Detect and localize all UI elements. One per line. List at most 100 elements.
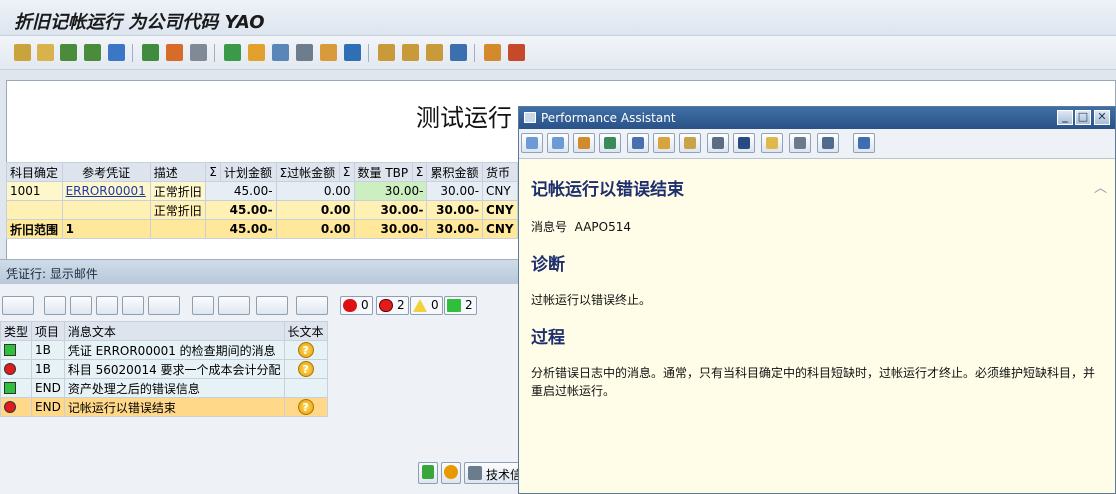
col-planned[interactable]: 计划金额 (220, 162, 277, 182)
close-button[interactable]: ✕ (1094, 110, 1110, 125)
col-text[interactable]: 消息文本 (63, 321, 285, 341)
glasses-icon[interactable] (2, 296, 34, 315)
question-icon (444, 465, 458, 479)
col-type[interactable]: 类型 (0, 321, 33, 341)
page-heading: 测试运行 (416, 104, 512, 132)
edit-icon[interactable] (484, 44, 501, 61)
cell-ref: 1 (61, 219, 151, 239)
table-row[interactable]: 1B 凭证 ERROR00001 的检查期间的消息 ? (0, 340, 328, 360)
subtotal-icon[interactable] (166, 44, 183, 61)
sort-asc-icon[interactable] (60, 44, 77, 61)
nav-button[interactable] (599, 133, 621, 153)
table-row[interactable]: END 资产处理之后的错误信息 (0, 378, 328, 398)
export-icon[interactable] (224, 44, 241, 61)
pa-diag-title: 诊断 (531, 255, 565, 275)
mail-icon[interactable] (248, 44, 265, 61)
col-qty[interactable]: 数量 TBP (353, 162, 413, 182)
home-button[interactable] (573, 133, 595, 153)
col-sum2: Σ (338, 162, 355, 182)
cell-qty: 30.00- (353, 219, 428, 239)
find-button[interactable] (817, 133, 839, 153)
help-icon[interactable]: ? (297, 399, 314, 415)
message-panel-title: 凭证行: 显示邮件 (0, 260, 520, 284)
col-longtext[interactable]: 长文本 (283, 321, 328, 341)
search-button[interactable] (679, 133, 701, 153)
cell-posted: 0.00 (275, 181, 355, 201)
col-ref[interactable]: 参考凭证 (61, 162, 151, 182)
help-button[interactable] (441, 462, 461, 484)
settings-icon[interactable] (508, 44, 525, 61)
save-layout-icon[interactable] (426, 44, 443, 61)
error-count[interactable]: 2 (376, 296, 409, 315)
sum-icon[interactable] (142, 44, 159, 61)
table-row[interactable]: 正常折旧 45.00- 0.00 30.00- 30.00- CNY (6, 200, 518, 220)
stop-count[interactable]: 0 (340, 296, 373, 315)
print-icon[interactable] (190, 44, 207, 61)
pa-title-bar[interactable]: Performance Assistant _ □ ✕ (519, 107, 1115, 129)
col-item[interactable]: 项目 (31, 321, 65, 341)
export-icon[interactable] (256, 296, 288, 315)
pa-title: Performance Assistant (541, 111, 676, 125)
cell-planned: 45.00- (205, 200, 277, 220)
warning-count[interactable]: 0 (410, 296, 443, 315)
techinfo-button[interactable]: 技术信 (464, 462, 524, 484)
layout-icon[interactable] (296, 296, 328, 315)
table-row-selected[interactable]: END 记帐运行以错误结束 ? (0, 397, 328, 417)
title-bar: 折旧记帐运行 为公司代码 YAO (0, 0, 1116, 36)
col-desc[interactable]: 描述 (149, 162, 207, 182)
abc-icon[interactable] (320, 44, 337, 61)
minimize-button[interactable]: _ (1057, 110, 1073, 125)
filter-icon[interactable] (148, 296, 180, 315)
confirm-button[interactable] (418, 462, 438, 484)
cell-account (6, 200, 63, 220)
details-icon[interactable] (37, 44, 54, 61)
chart-icon[interactable] (344, 44, 361, 61)
cell-ref-link[interactable]: ERROR00001 (61, 181, 151, 201)
select-icon[interactable] (14, 44, 31, 61)
col-curr[interactable]: 货币 (482, 162, 518, 182)
sort-desc-icon[interactable] (70, 296, 92, 315)
table-row[interactable]: 1001 ERROR00001 正常折旧 45.00- 0.00 30.00- … (6, 181, 518, 201)
help-icon[interactable]: ? (297, 361, 314, 377)
col-accum[interactable]: 累积金额 (426, 162, 484, 182)
book-button[interactable] (707, 133, 729, 153)
col-posted[interactable]: Σ过帐金额 (275, 162, 340, 182)
col-sum1: Σ (205, 162, 221, 182)
view-icon[interactable] (218, 296, 250, 315)
table-row[interactable]: 1B 科目 56020014 要求一个成本会计分配 ? (0, 359, 328, 379)
change-layout-icon[interactable] (402, 44, 419, 61)
col-account[interactable]: 科目确定 (6, 162, 63, 182)
cell-text: 科目 56020014 要求一个成本会计分配 (63, 359, 285, 379)
forward-button[interactable] (547, 133, 569, 153)
note-button[interactable] (761, 133, 783, 153)
application-toolbar (0, 36, 1116, 70)
window-icon (524, 112, 536, 123)
table-row[interactable]: 折旧范围 1 45.00- 0.00 30.00- 30.00- CNY (6, 219, 518, 239)
save-file-icon[interactable] (272, 44, 289, 61)
performance-assistant-window: Performance Assistant _ □ ✕ ︿ 记帐运行以错误结束 … (518, 106, 1116, 494)
filter-icon[interactable] (108, 44, 125, 61)
tools-button[interactable] (653, 133, 675, 153)
edit-button[interactable] (627, 133, 649, 153)
info-icon[interactable] (450, 44, 467, 61)
bookmark-button[interactable] (733, 133, 755, 153)
word-icon[interactable] (296, 44, 313, 61)
print-icon[interactable] (192, 296, 214, 315)
print-button[interactable] (789, 133, 811, 153)
close-help-button[interactable] (853, 133, 875, 153)
error-status-icon (4, 363, 16, 375)
sort-desc-icon[interactable] (84, 44, 101, 61)
back-button[interactable] (521, 133, 543, 153)
sort-asc-icon[interactable] (44, 296, 66, 315)
maximize-button[interactable]: □ (1075, 110, 1091, 125)
cell-text: 资产处理之后的错误信息 (63, 378, 285, 398)
find-next-icon[interactable] (122, 296, 144, 315)
pa-content: 记帐运行以错误结束 消息号 AAPO514 诊断 过帐运行以错误终止。 过程 分… (531, 175, 1101, 400)
message-toolbar: 0 2 0 2 (0, 292, 520, 318)
layout-icon[interactable] (378, 44, 395, 61)
cell-qty: 30.00- (353, 200, 428, 220)
help-icon[interactable]: ? (297, 342, 314, 358)
find-icon[interactable] (96, 296, 118, 315)
pa-heading: 记帐运行以错误结束 (531, 180, 684, 200)
success-count[interactable]: 2 (444, 296, 477, 315)
